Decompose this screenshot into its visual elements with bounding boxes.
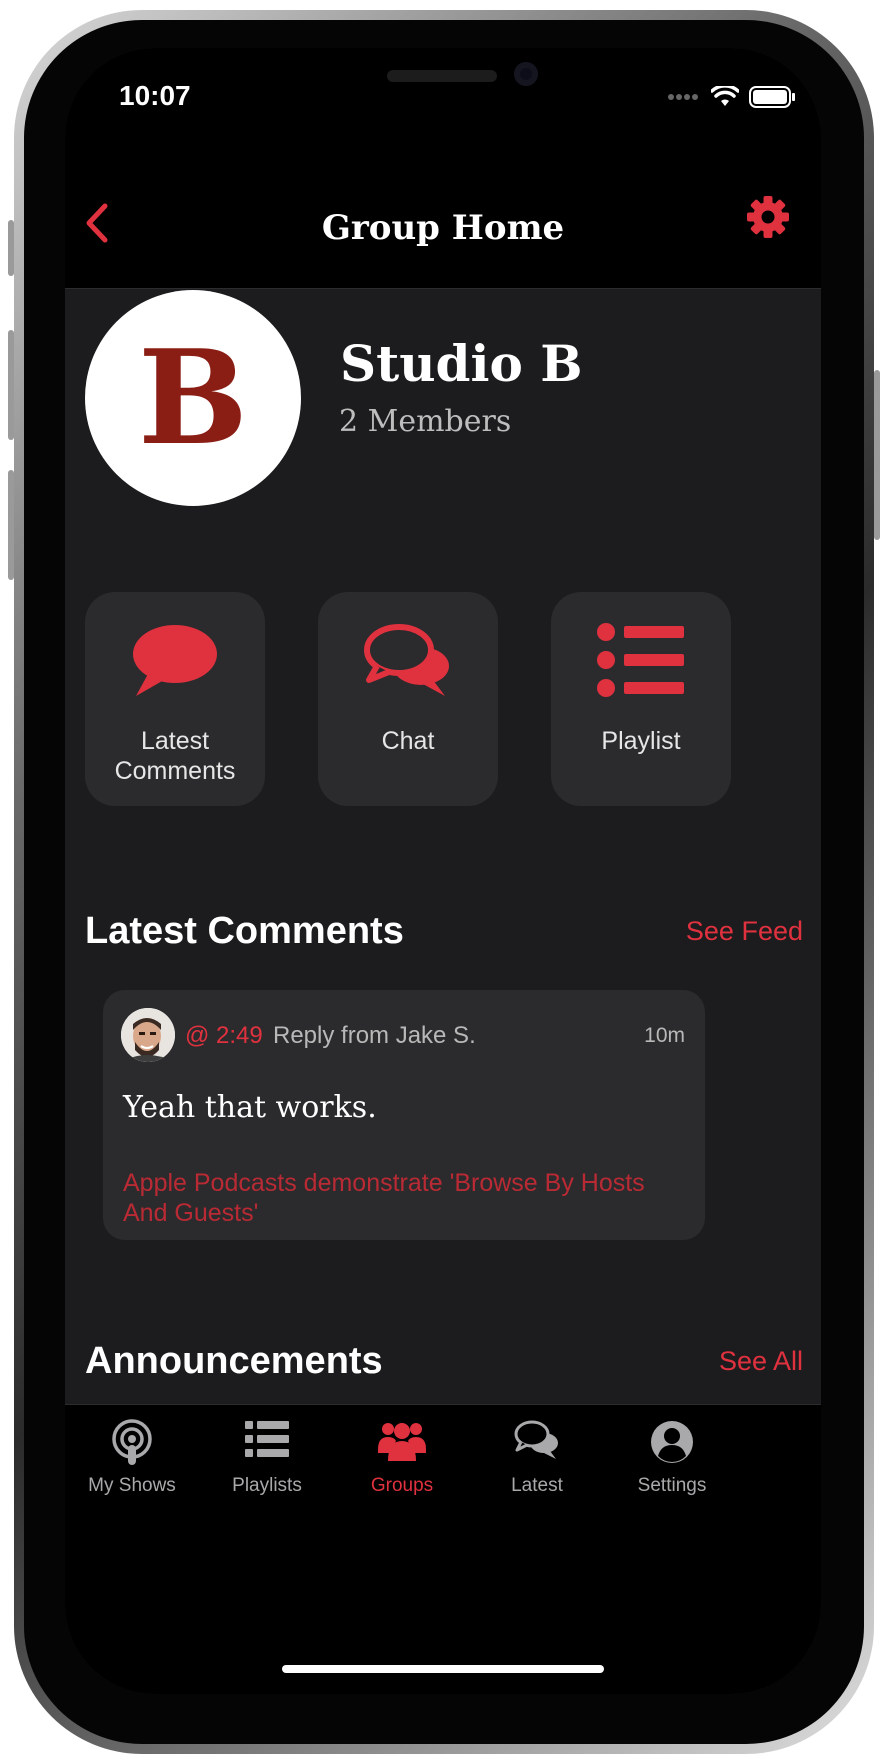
comment-text: Yeah that works. bbox=[123, 1090, 377, 1125]
tile-label: Latest Comments bbox=[114, 727, 236, 785]
tab-my-shows[interactable]: My Shows bbox=[65, 1405, 207, 1515]
front-camera bbox=[514, 62, 538, 86]
tile-latest-comments[interactable]: Latest Comments bbox=[85, 592, 265, 806]
signal-icon bbox=[668, 94, 698, 100]
status-time: 10:07 bbox=[119, 80, 191, 111]
gear-icon bbox=[747, 196, 789, 238]
app-screen: 10:07 Group Home B Studio B 2 Members La… bbox=[65, 48, 821, 1694]
mute-switch bbox=[8, 220, 14, 276]
comment-age: 10m bbox=[644, 1024, 685, 1047]
tile-playlist[interactable]: Playlist bbox=[551, 592, 731, 806]
tab-settings[interactable]: Settings bbox=[597, 1405, 747, 1515]
page-title: Group Home bbox=[321, 208, 565, 248]
wifi-icon bbox=[711, 86, 739, 106]
navigation-bar: Group Home bbox=[65, 148, 821, 289]
tab-bar: My Shows Playlists Groups Latest Setting… bbox=[65, 1404, 821, 1694]
group-name: Studio B bbox=[340, 334, 583, 393]
member-count[interactable]: 2 Members bbox=[339, 404, 511, 439]
latest-comments-heading: Latest Comments bbox=[85, 910, 404, 952]
tab-latest[interactable]: Latest bbox=[462, 1405, 612, 1515]
speaker-grille bbox=[387, 70, 497, 82]
podcast-icon bbox=[112, 1419, 152, 1465]
tab-groups[interactable]: Groups bbox=[327, 1405, 477, 1515]
tile-label: Chat bbox=[381, 727, 435, 755]
comment-card[interactable]: @ 2:49 Reply from Jake S. 10m Yeah that … bbox=[103, 990, 705, 1240]
avatar bbox=[121, 1008, 175, 1062]
see-all-link[interactable]: See All bbox=[719, 1346, 803, 1377]
group-icon bbox=[378, 1423, 426, 1461]
tile-label: Playlist bbox=[601, 727, 681, 755]
list-icon bbox=[245, 1421, 289, 1457]
tab-playlists[interactable]: Playlists bbox=[192, 1405, 342, 1515]
announcements-heading: Announcements bbox=[85, 1340, 383, 1382]
chat-bubbles-icon bbox=[364, 624, 449, 696]
tab-label: Playlists bbox=[232, 1475, 302, 1496]
chat-bubbles-icon bbox=[514, 1420, 558, 1459]
tab-label: Groups bbox=[370, 1475, 434, 1496]
user-circle-icon bbox=[651, 1421, 693, 1463]
tab-label: Latest bbox=[511, 1475, 563, 1496]
side-button bbox=[874, 370, 880, 540]
tab-label: Settings bbox=[637, 1475, 707, 1496]
group-avatar[interactable]: B bbox=[85, 290, 301, 506]
group-avatar-letter: B bbox=[138, 321, 248, 474]
battery-icon bbox=[749, 86, 795, 108]
group-settings-button[interactable] bbox=[745, 194, 791, 240]
user-photo-icon bbox=[121, 1008, 175, 1062]
volume-up-button bbox=[8, 330, 14, 440]
tile-chat[interactable]: Chat bbox=[318, 592, 498, 806]
volume-down-button bbox=[8, 470, 14, 580]
home-indicator[interactable] bbox=[282, 1665, 604, 1673]
see-feed-link[interactable]: See Feed bbox=[686, 916, 803, 947]
notch bbox=[232, 48, 654, 122]
comment-author: Reply from Jake S. bbox=[273, 1022, 476, 1049]
tab-label: My Shows bbox=[88, 1475, 176, 1496]
status-icons bbox=[667, 86, 795, 108]
quick-actions: Latest Comments Chat Playlist bbox=[85, 592, 731, 806]
episode-link[interactable]: Apple Podcasts demonstrate 'Browse By Ho… bbox=[123, 1168, 683, 1228]
speech-bubble-icon bbox=[133, 625, 217, 696]
list-icon bbox=[597, 623, 684, 697]
comment-timestamp[interactable]: @ 2:49 bbox=[185, 1022, 263, 1050]
